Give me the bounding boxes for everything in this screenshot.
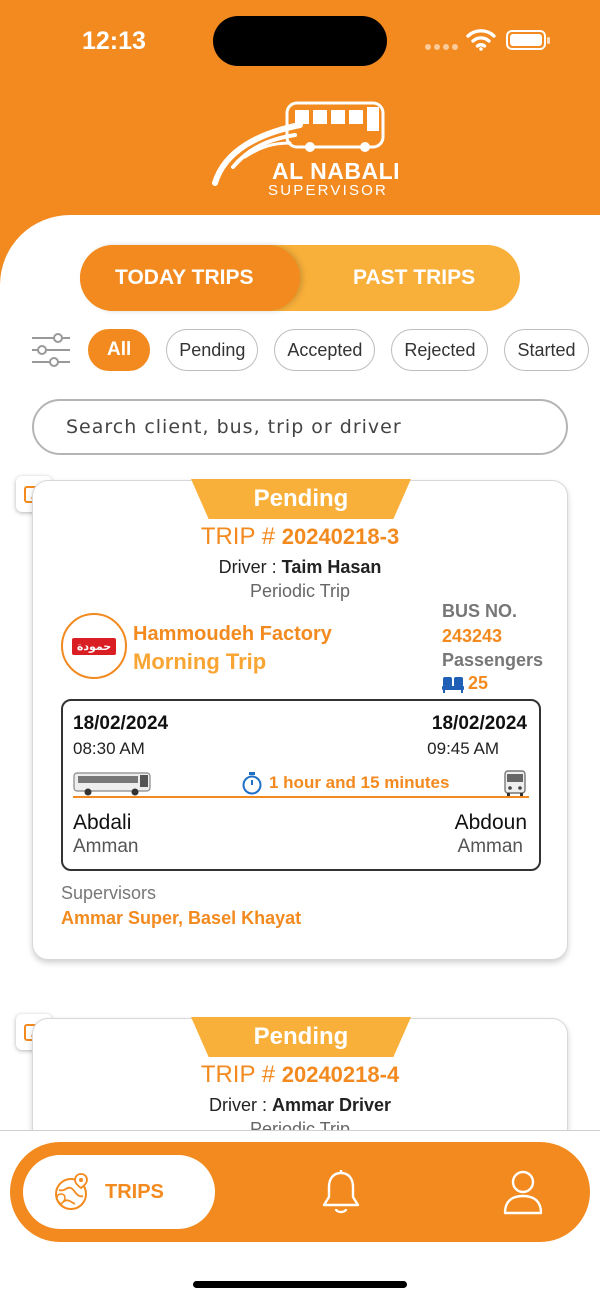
status-filter-chips: All Pending Accepted Rejected Started [88,329,589,371]
trip-duration-text: 1 hour and 15 minutes [269,773,450,792]
bus-front-icon [504,770,526,796]
dynamic-island [213,16,387,66]
nav-trips-tab[interactable]: TRIPS [23,1155,215,1229]
battery-icon [506,30,550,50]
filter-chip-accepted[interactable]: Accepted [274,329,376,371]
trip-number-prefix: TRIP # [200,523,276,550]
start-date: 18/02/2024 [73,713,169,734]
trip-number-value: 20240218-4 [281,1062,400,1087]
seat-icon [442,676,464,693]
end-time: 09:45 AM [427,739,499,758]
client-name: Hammoudeh Factory [133,623,332,645]
supervisors-names: Ammar Super, Basel Khayat [61,908,302,928]
notifications-bell-icon[interactable] [319,1169,363,1217]
passengers-label: Passengers [442,650,544,670]
route-box: 18/02/2024 08:30 AM 18/02/2024 09:45 AM … [61,699,541,871]
status-bar: 12:13 [0,0,600,80]
bottom-nav: TRIPS [10,1142,590,1242]
destination-region: Amman [457,836,523,857]
trip-driver: Driver : Ammar Driver [33,1095,567,1116]
filter-chip-started[interactable]: Started [504,329,589,371]
trip-status-badge: Pending [191,479,411,519]
tab-past-trips[interactable]: PAST TRIPS [300,245,520,311]
trip-driver: Driver : Taim Hasan [33,557,567,578]
trip-number-prefix: TRIP # [200,1061,276,1088]
brand-title: AL NABALI [272,158,401,184]
trip-number: TRIP # 20240218-4 [33,1061,567,1089]
trip-number-value: 20240218-3 [281,524,400,549]
trip-status-badge: Pending [191,1017,411,1057]
trip-name: Morning Trip [133,649,267,674]
home-indicator [193,1281,407,1288]
tab-today-trips[interactable]: TODAY TRIPS [80,245,300,311]
stopwatch-icon [242,772,262,795]
driver-name: Ammar Driver [271,1095,392,1115]
cellular-signal-icon [425,44,458,50]
globe-pins-icon [55,1173,88,1210]
origin-region: Amman [73,836,139,857]
tab-past-trips-label: PAST TRIPS [353,266,476,289]
route-line [73,796,529,798]
nav-trips-label: TRIPS [105,1180,164,1203]
origin-city: Abdali [73,811,132,834]
trip-number: TRIP # 20240218-3 [33,523,567,551]
driver-label: Driver : [208,1095,267,1115]
bus-no-value: 243243 [442,626,503,646]
tab-today-trips-label: TODAY TRIPS [115,266,254,289]
status-time: 12:13 [82,27,146,55]
filter-chip-all[interactable]: All [88,329,151,371]
supervisors-label: Supervisors [61,883,157,903]
trip-card[interactable]: Pending TRIP # 20240218-3 Driver : Taim … [32,479,568,960]
profile-user-icon[interactable] [502,1169,544,1215]
destination-city: Abdoun [454,811,527,834]
filter-chip-rejected[interactable]: Rejected [391,329,489,371]
client-logo: حمودة [61,613,127,679]
wifi-icon [466,29,496,51]
bus-no-label: BUS NO. [442,601,518,621]
client-logo-text: حمودة [71,637,117,655]
start-time: 08:30 AM [73,739,145,758]
search-input[interactable] [32,399,568,455]
end-date: 18/02/2024 [431,713,527,734]
trip-duration: 1 hour and 15 minutes [241,771,449,795]
driver-label: Driver : [218,557,277,577]
passengers-row: 25 [442,673,488,694]
trips-tab-switch: TODAY TRIPS PAST TRIPS [80,245,520,311]
brand-subtitle: SUPERVISOR [268,182,389,199]
filter-sliders-icon[interactable] [30,331,72,369]
filter-chip-pending[interactable]: Pending [166,329,259,371]
driver-name: Taim Hasan [281,557,382,577]
bus-side-icon [73,772,151,796]
passengers-count: 25 [468,673,489,693]
trip-type: Periodic Trip [249,581,351,601]
